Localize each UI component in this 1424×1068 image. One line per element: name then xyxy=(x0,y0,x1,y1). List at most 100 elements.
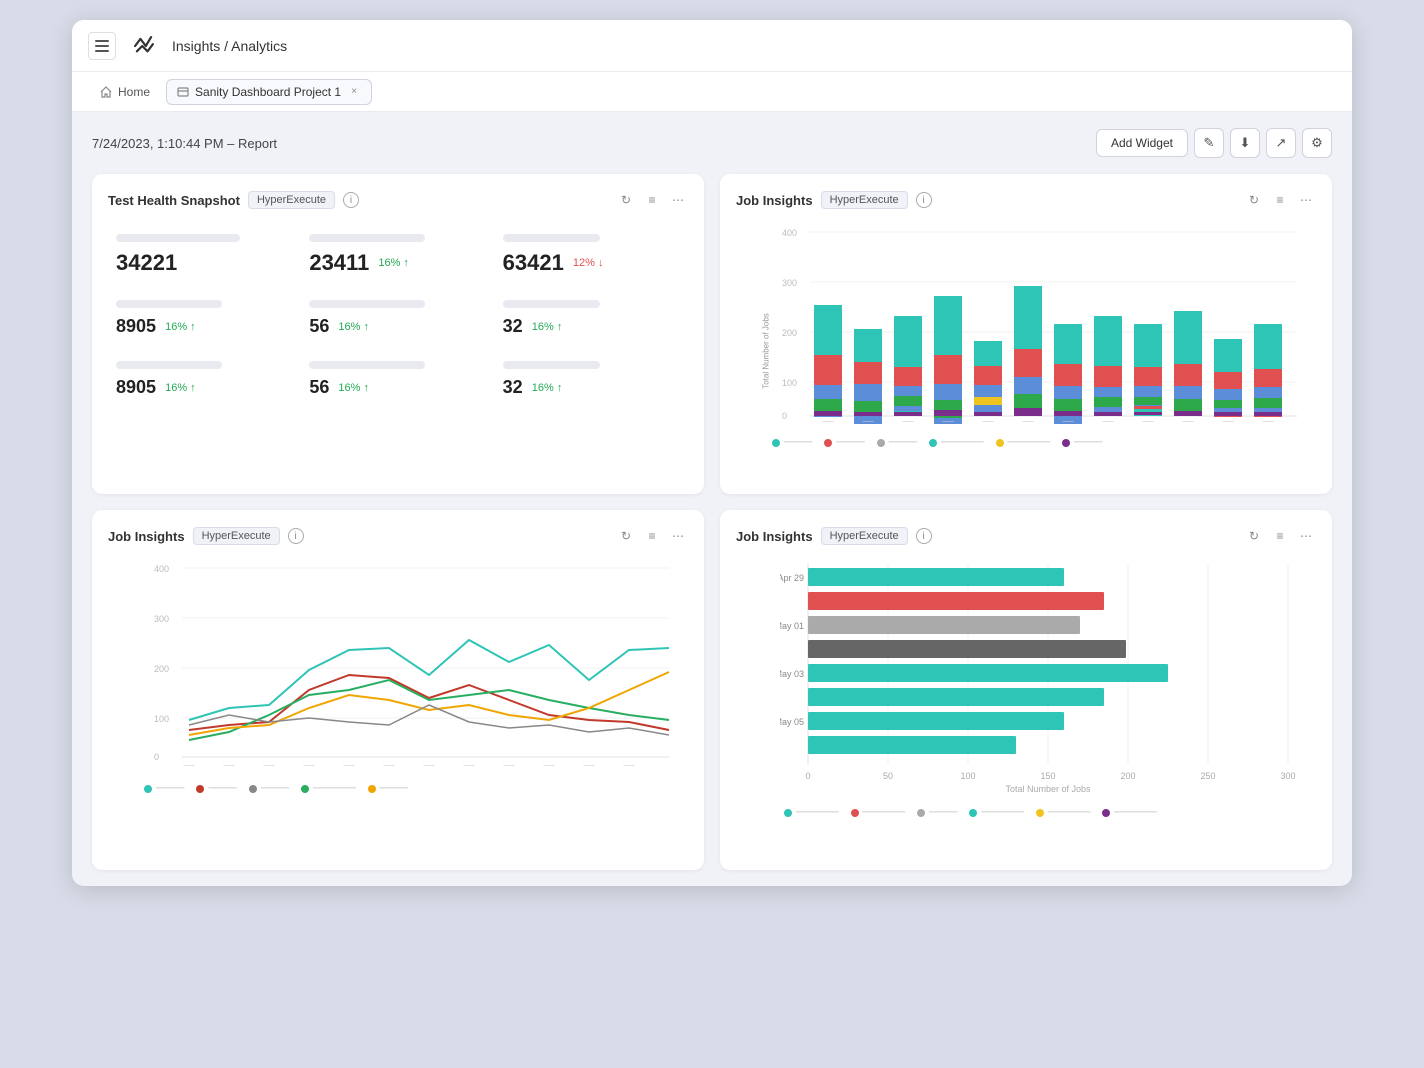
svg-text:50: 50 xyxy=(883,771,893,781)
home-tab[interactable]: Home xyxy=(88,79,162,105)
job-insights-line-widget: Job Insights HyperExecute i ↻ ≡ ⋯ 400 xyxy=(92,510,704,870)
job-insights-hbar-more-icon[interactable]: ⋯ xyxy=(1296,526,1316,546)
legend-dot-gray-line xyxy=(249,785,257,793)
legend-dot-hbar-red xyxy=(851,809,859,817)
share-button[interactable]: ↗ xyxy=(1266,128,1296,158)
legend-item-hbar-gray: ──── xyxy=(917,807,957,818)
stat-cell-0: 34221 xyxy=(108,224,301,290)
stat-value-2: 63421 12% ↓ xyxy=(503,250,680,276)
stat-change-4: 16% ↑ xyxy=(335,321,369,333)
svg-text:──: ── xyxy=(861,417,874,424)
job-insights-hbar-badge: HyperExecute xyxy=(821,527,908,545)
edit-icon: ✎ xyxy=(1204,135,1215,151)
legend-item-hbar-teal2: ────── xyxy=(969,807,1024,818)
svg-text:150: 150 xyxy=(1040,771,1055,781)
job-insights-hbar-header: Job Insights HyperExecute i ↻ ≡ ⋯ xyxy=(736,526,1316,546)
legend-dot-yellow-line xyxy=(368,785,376,793)
legend-item-hbar-yellow: ────── xyxy=(1036,807,1091,818)
svg-text:──: ── xyxy=(462,761,475,770)
job-insights-hbar-filter-icon[interactable]: ≡ xyxy=(1270,526,1290,546)
job-insights-line-filter-icon[interactable]: ≡ xyxy=(642,526,662,546)
report-header: 7/24/2023, 1:10:44 PM – Report Add Widge… xyxy=(92,128,1332,158)
legend-item-yellow-line: ──── xyxy=(368,783,408,794)
svg-text:May 03: May 03 xyxy=(780,669,804,679)
svg-text:──: ── xyxy=(1261,417,1274,424)
app-title: Insights / Analytics xyxy=(172,38,287,54)
legend-dot-hbar-yellow xyxy=(1036,809,1044,817)
legend-dot-hbar-gray xyxy=(917,809,925,817)
legend-item-hbar-red: ────── xyxy=(851,807,906,818)
tab-close-button[interactable]: × xyxy=(347,85,361,99)
snapshot-title: Test Health Snapshot xyxy=(108,193,240,208)
svg-text:May 05: May 05 xyxy=(780,717,804,727)
hamburger-button[interactable] xyxy=(88,32,116,60)
job-insights-line-more-icon[interactable]: ⋯ xyxy=(668,526,688,546)
job-insights-bar-more-icon[interactable]: ⋯ xyxy=(1296,190,1316,210)
stat-label-bar xyxy=(503,234,601,242)
home-icon xyxy=(100,86,112,98)
job-insights-hbar-refresh-icon[interactable]: ↻ xyxy=(1244,526,1264,546)
line-chart-svg: 400 300 200 100 0 xyxy=(140,560,688,770)
snapshot-more-icon[interactable]: ⋯ xyxy=(668,190,688,210)
svg-text:300: 300 xyxy=(1280,771,1295,781)
stat-label-bar xyxy=(309,234,424,242)
share-icon: ↗ xyxy=(1276,135,1287,151)
job-insights-bar-filter-icon[interactable]: ≡ xyxy=(1270,190,1290,210)
svg-text:Total Number of Jobs: Total Number of Jobs xyxy=(1005,784,1091,794)
stat-label-bar xyxy=(503,361,601,369)
job-insights-line-info-icon[interactable]: i xyxy=(288,528,304,544)
legend-item-yellow: ────── xyxy=(996,437,1051,448)
legend-item-red-line: ──── xyxy=(196,783,236,794)
svg-text:100: 100 xyxy=(960,771,975,781)
stat-label-bar xyxy=(309,300,424,308)
report-actions: Add Widget ✎ ⬇ ↗ ⚙ xyxy=(1096,128,1332,158)
report-timestamp: 7/24/2023, 1:10:44 PM – Report xyxy=(92,136,277,151)
stat-cell-3: 8905 16% ↑ xyxy=(108,290,301,351)
stat-cell-8: 32 16% ↑ xyxy=(495,351,688,412)
stat-label-bar xyxy=(309,361,424,369)
active-tab[interactable]: Sanity Dashboard Project 1 × xyxy=(166,79,372,105)
hbar-chart-svg: Apr 29 May 01 May 03 May 05 xyxy=(780,564,1316,794)
add-widget-button[interactable]: Add Widget xyxy=(1096,129,1188,157)
svg-text:May 01: May 01 xyxy=(780,621,804,631)
tabs-bar: Home Sanity Dashboard Project 1 × xyxy=(72,72,1352,112)
stat-label-bar xyxy=(503,300,601,308)
legend-item-gray-line: ──── xyxy=(249,783,289,794)
stat-value-7: 56 16% ↑ xyxy=(309,377,486,398)
svg-text:──: ── xyxy=(1221,417,1234,424)
snapshot-refresh-icon[interactable]: ↻ xyxy=(616,190,636,210)
snapshot-filter-icon[interactable]: ≡ xyxy=(642,190,662,210)
legend-item-purple: ──── xyxy=(1062,437,1102,448)
job-insights-bar-badge: HyperExecute xyxy=(821,191,908,209)
stat-value-4: 56 16% ↑ xyxy=(309,316,486,337)
snapshot-badge: HyperExecute xyxy=(248,191,335,209)
legend-dot-hbar-purple xyxy=(1102,809,1110,817)
job-insights-bar-refresh-icon[interactable]: ↻ xyxy=(1244,190,1264,210)
stat-change-1: 16% ↑ xyxy=(375,257,409,269)
svg-text:──: ── xyxy=(821,417,834,424)
legend-item-teal: ──── xyxy=(772,437,812,448)
job-insights-hbar-info-icon[interactable]: i xyxy=(916,528,932,544)
job-insights-bar-info-icon[interactable]: i xyxy=(916,192,932,208)
snapshot-info-icon[interactable]: i xyxy=(343,192,359,208)
legend-dot-teal xyxy=(772,439,780,447)
stat-label-bar xyxy=(116,361,222,369)
stat-change-5: 16% ↑ xyxy=(529,321,563,333)
svg-text:300: 300 xyxy=(154,614,169,624)
edit-button[interactable]: ✎ xyxy=(1194,128,1224,158)
app-logo xyxy=(128,30,160,62)
content-area: 7/24/2023, 1:10:44 PM – Report Add Widge… xyxy=(72,112,1352,886)
legend-item-hbar-purple: ────── xyxy=(1102,807,1157,818)
download-button[interactable]: ⬇ xyxy=(1230,128,1260,158)
settings-button[interactable]: ⚙ xyxy=(1302,128,1332,158)
svg-text:──: ── xyxy=(1061,417,1074,424)
line-chart-container: 400 300 200 100 0 xyxy=(108,560,688,824)
snapshot-widget: Test Health Snapshot HyperExecute i ↻ ≡ … xyxy=(92,174,704,494)
legend-dot-hbar-teal xyxy=(784,809,792,817)
job-insights-bar-widget: Job Insights HyperExecute i ↻ ≡ ⋯ Total … xyxy=(720,174,1332,494)
svg-text:──: ── xyxy=(302,761,315,770)
job-insights-line-refresh-icon[interactable]: ↻ xyxy=(616,526,636,546)
stat-value-1: 23411 16% ↑ xyxy=(309,250,486,276)
stat-change-7: 16% ↑ xyxy=(335,382,369,394)
stat-cell-4: 56 16% ↑ xyxy=(301,290,494,351)
